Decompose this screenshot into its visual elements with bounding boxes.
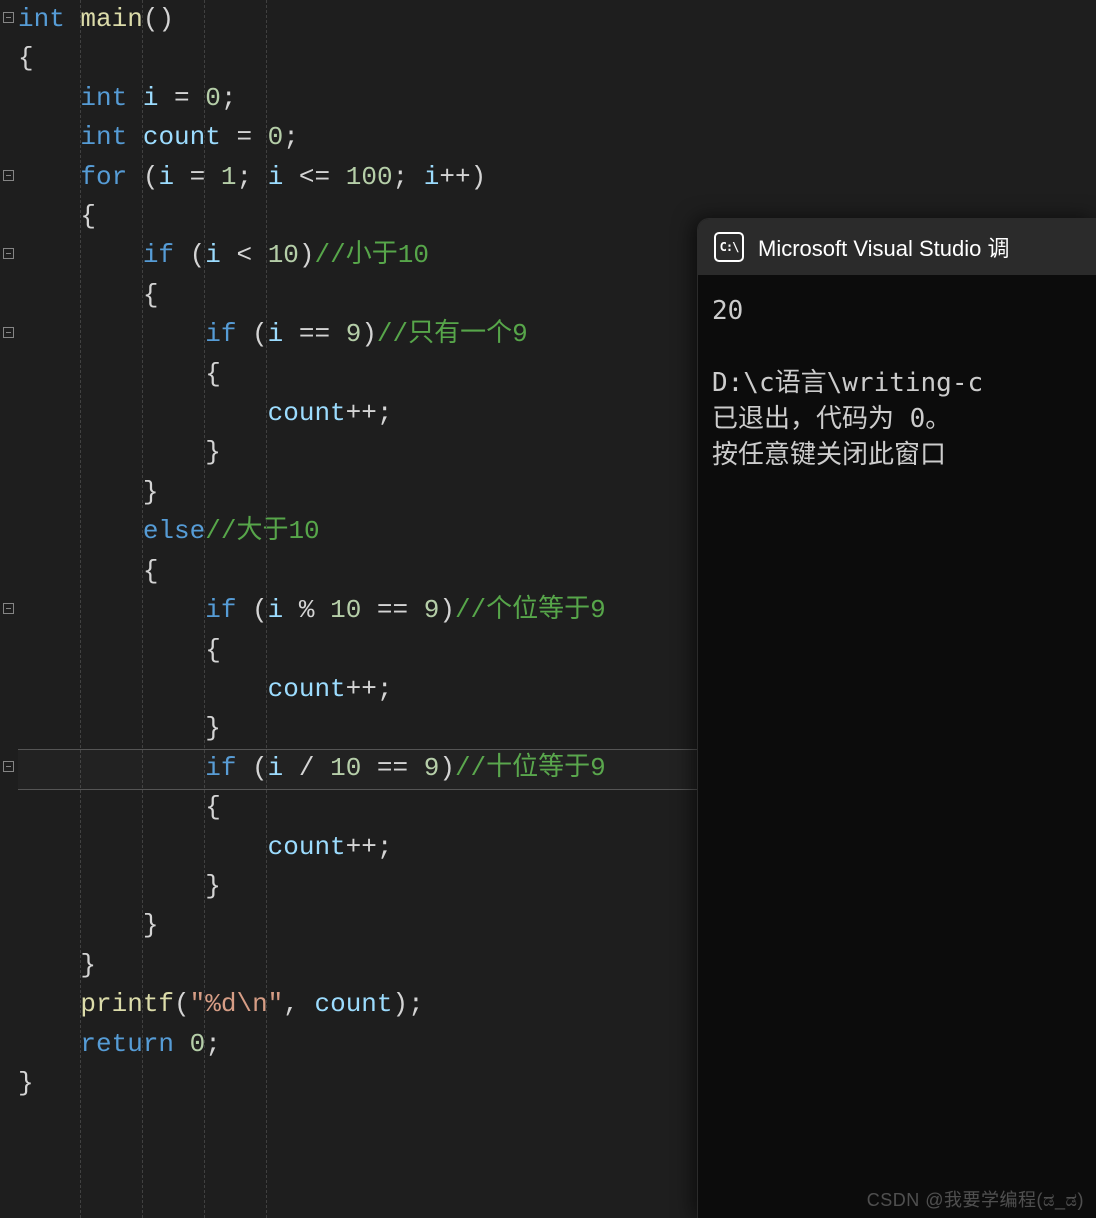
console-icon: C:\	[714, 232, 744, 262]
fold-toggle-icon[interactable]	[3, 170, 14, 181]
console-titlebar[interactable]: C:\ Microsoft Visual Studio 调	[698, 219, 1096, 275]
watermark: CSDN @我要学编程(ಡ_ಡ)	[867, 1186, 1084, 1212]
fold-toggle-icon[interactable]	[3, 603, 14, 614]
debug-console-window[interactable]: C:\ Microsoft Visual Studio 调 20 D:\c语言\…	[697, 218, 1096, 1218]
console-output: 20 D:\c语言\writing-c 已退出，代码为 0。 按任意键关闭此窗口	[698, 275, 1096, 491]
fold-gutter	[0, 0, 18, 1218]
fold-toggle-icon[interactable]	[3, 761, 14, 772]
fold-toggle-icon[interactable]	[3, 248, 14, 259]
fold-toggle-icon[interactable]	[3, 12, 14, 23]
console-title: Microsoft Visual Studio 调	[758, 231, 1009, 263]
fold-toggle-icon[interactable]	[3, 327, 14, 338]
